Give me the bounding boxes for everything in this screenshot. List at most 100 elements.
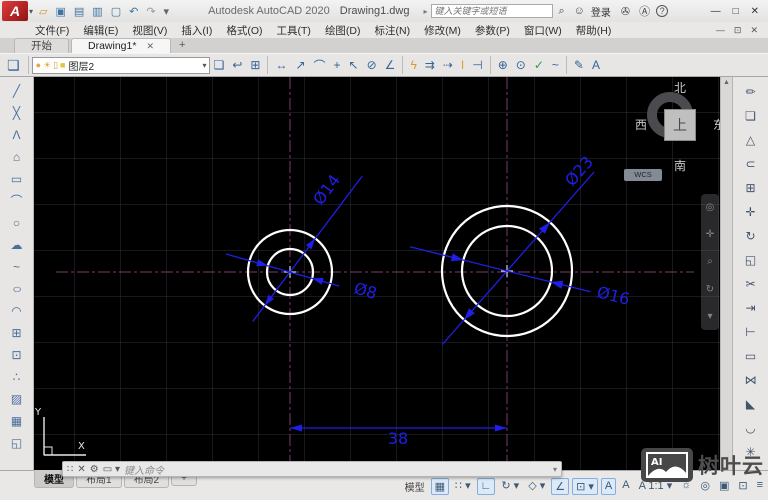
polar-tracking-toggle[interactable]: ↻ ▾ [498,478,522,495]
chamfer-icon[interactable]: ◣ [737,392,765,416]
plot-icon[interactable]: ▥ [89,4,105,19]
pan-icon[interactable]: ✛ [706,229,714,240]
extend-icon[interactable]: ⇥ [737,296,765,320]
app-logo-caret-icon[interactable]: ▾ [29,7,33,16]
tolerance-icon[interactable]: ⊕ [494,57,512,73]
layer-lock-icon[interactable]: ▯ [52,60,59,71]
navigation-wheel-icon[interactable]: ◎ [706,202,715,213]
search-binoculars-icon[interactable]: ⌕ [556,5,568,18]
status-model-label[interactable]: 模型 [405,479,425,494]
layer-color-swatch[interactable]: ■ [59,60,66,71]
dimension-update-icon[interactable]: ✓ [530,57,548,73]
doc-restore-button[interactable]: ⊡ [730,25,746,36]
dimension-d14[interactable]: Ø14 [252,171,363,322]
menu-view[interactable]: 视图(V) [125,23,174,38]
qat-customize-icon[interactable]: ▾ [161,4,173,19]
tab-close-icon[interactable]: ✕ [146,39,154,54]
ordinate-dimension-icon[interactable]: + [330,57,345,73]
hatch-icon[interactable]: ▨ [4,388,30,410]
scroll-up-icon[interactable]: ▲ [723,77,730,86]
move-icon[interactable]: ✛ [737,200,765,224]
commandline-customize-icon[interactable]: ⚙ [90,464,99,475]
layer-freeze-icon[interactable]: ☀ [42,60,52,71]
command-input[interactable]: 键入命令 [124,462,549,477]
app-store-cart-icon[interactable]: ✇ [618,5,633,18]
dimension-d23[interactable]: Ø23 [441,152,597,345]
search-flyout-icon[interactable]: ▸ [423,7,427,16]
erase-icon[interactable]: ✏ [737,80,765,104]
signin-person-icon[interactable]: ☺ [571,5,588,17]
viewcube-ring[interactable]: 上 [647,92,695,140]
object-snap-toggle[interactable]: ⊡ ▾ [572,478,598,495]
layer-previous-icon[interactable]: ↩ [228,57,246,73]
commandline-close-icon[interactable]: ✕ [77,464,85,475]
tab-drawing1[interactable]: Drawing1* ✕ [71,38,171,53]
offset-icon[interactable]: ⊂ [737,152,765,176]
radius-dimension-icon[interactable]: ↖ [345,57,363,73]
tab-start[interactable]: 开始 [14,38,69,53]
circle-icon[interactable]: ○ [4,212,30,234]
menu-help[interactable]: 帮助(H) [569,23,619,38]
wcs-selector[interactable]: WCS [624,169,662,181]
menu-edit[interactable]: 编辑(E) [76,23,125,38]
arc-icon[interactable]: ⌒ [4,190,30,212]
app-logo[interactable]: A [2,1,28,21]
viewcube-east-label[interactable]: 东 [713,116,720,133]
make-object-layer-current-icon[interactable]: ❏ [210,57,229,73]
diameter-dimension-icon[interactable]: ⊘ [363,57,381,73]
signin-label[interactable]: 登录 [591,4,611,19]
menu-dimension[interactable]: 标注(N) [368,23,418,38]
menu-modify[interactable]: 修改(M) [417,23,468,38]
window-maximize-button[interactable]: □ [728,6,744,17]
copy-icon[interactable]: ❏ [737,104,765,128]
grid-toggle[interactable]: ▦ [430,478,450,495]
aligned-dimension-icon[interactable]: ↗ [291,57,309,73]
ellipse-arc-icon[interactable]: ◠ [4,300,30,322]
redo-icon[interactable]: ↷ [143,4,158,19]
annotation-visibility-toggle[interactable]: A [600,478,617,495]
ucs-icon[interactable]: Y X [34,407,86,456]
baseline-dimension-icon[interactable]: ⇉ [421,57,439,73]
scale-icon[interactable]: ◱ [737,248,765,272]
command-expand-icon[interactable]: ▾ [553,465,557,474]
angular-dimension-icon[interactable]: ∠ [381,57,400,73]
create-block-icon[interactable]: ⊡ [4,344,30,366]
revision-cloud-icon[interactable]: ☁ [4,234,30,256]
layer-dropdown[interactable]: ● ☀ ▯ ■ 图层2 ▾ [31,56,210,74]
window-minimize-button[interactable]: — [706,6,726,17]
dimension-text-edit-icon[interactable]: A [588,57,604,73]
dimension-edit-icon[interactable]: ✎ [570,57,588,73]
layer-on-icon[interactable]: ● [35,60,42,71]
ortho-toggle[interactable]: ∟ [476,478,496,495]
menu-draw[interactable]: 绘图(D) [318,23,368,38]
layer-properties-icon[interactable]: ❏ [2,57,25,74]
construction-line-icon[interactable]: ╳ [4,102,30,124]
commandline-recent-icon[interactable]: ▭ ▾ [103,464,120,475]
snap-mode-toggle[interactable]: ∷ ▾ [452,478,474,495]
viewcube-top-face[interactable]: 上 [665,110,695,140]
window-close-button[interactable]: ✕ [746,6,764,17]
dimension-space-icon[interactable]: I [457,57,468,73]
save-icon[interactable]: ▣ [52,4,68,19]
undo-icon[interactable]: ↶ [126,4,141,19]
spline-icon[interactable]: ~ [4,256,30,278]
arc-length-dimension-icon[interactable]: ⌒ [310,56,330,75]
jogged-linear-icon[interactable]: ~ [548,57,563,73]
menu-tools[interactable]: 工具(T) [270,23,318,38]
layer-dropdown-caret-icon[interactable]: ▾ [203,61,207,70]
gradient-icon[interactable]: ▦ [4,410,30,432]
array-icon[interactable]: ⊞ [737,176,765,200]
continue-dimension-icon[interactable]: ⇢ [439,57,457,73]
break-at-point-icon[interactable]: ⊢ [737,320,765,344]
drawing-canvas[interactable]: Ø14 Ø8 Ø23 Ø16 38 Y X 北 上 西 东 南 WCS ◎ ✛ … [34,77,720,470]
new-icon[interactable]: ▢ [108,4,124,19]
new-tab-icon[interactable]: + [173,38,191,53]
search-input[interactable] [430,4,553,18]
trim-icon[interactable]: ✂ [737,272,765,296]
mirror-icon[interactable]: △ [737,128,765,152]
quick-dimension-icon[interactable]: ϟ [406,57,420,73]
point-icon[interactable]: ∴ [4,366,30,388]
menu-format[interactable]: 格式(O) [219,23,269,38]
ellipse-icon[interactable]: ○ [0,278,34,300]
doc-close-button[interactable]: ✕ [746,25,762,36]
